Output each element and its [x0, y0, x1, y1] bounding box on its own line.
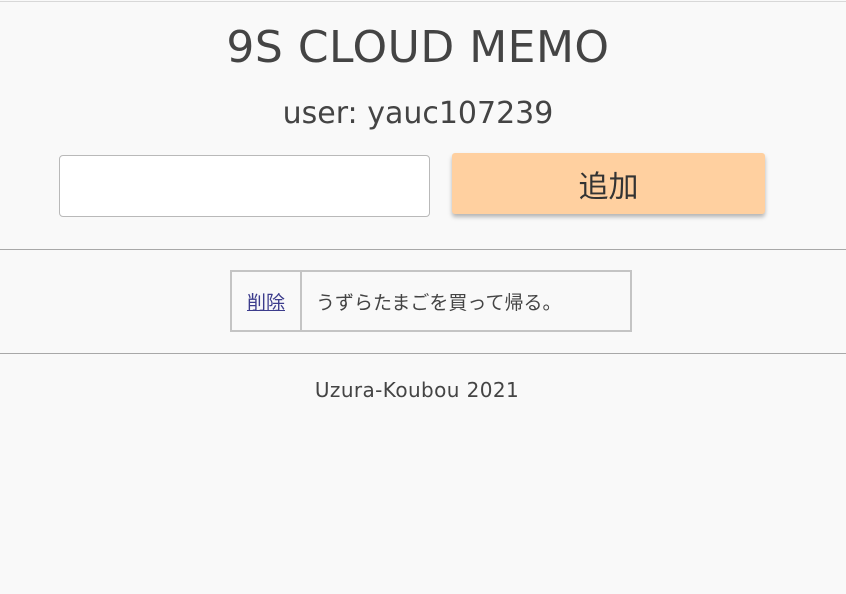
user-label: user: yauc107239: [282, 96, 554, 131]
top-divider: [0, 1, 846, 2]
memo-row: 削除 うずらたまごを買って帰る。: [230, 270, 632, 332]
footer-copyright: Uzura-Koubou 2021: [314, 378, 520, 402]
delete-cell: 削除: [230, 270, 302, 332]
memo-input[interactable]: [59, 155, 430, 217]
divider: [0, 353, 846, 354]
app-title: 9S CLOUD MEMO: [226, 22, 610, 73]
add-button[interactable]: 追加: [452, 153, 765, 214]
delete-link[interactable]: 削除: [247, 292, 285, 314]
memo-table: 削除 うずらたまごを買って帰る。: [230, 270, 632, 332]
memo-text: うずらたまごを買って帰る。: [300, 270, 632, 332]
divider: [0, 249, 846, 250]
